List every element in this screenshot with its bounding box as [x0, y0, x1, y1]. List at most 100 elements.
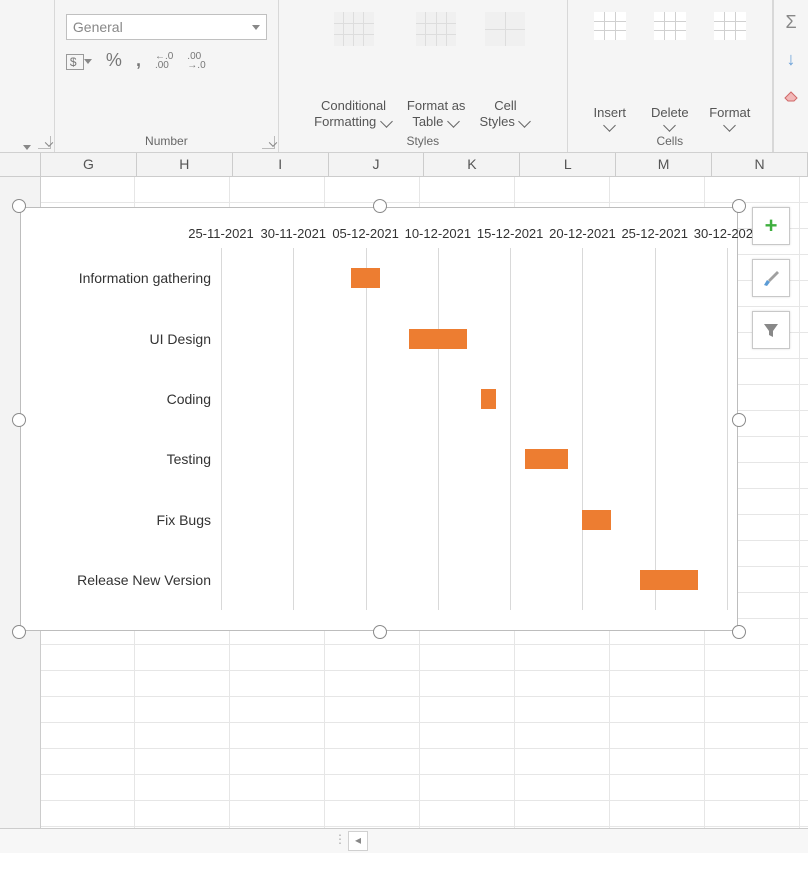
chart-gridline — [366, 248, 367, 610]
chart-x-tick-label: 10-12-2021 — [405, 226, 472, 241]
dialog-launcher-icon[interactable] — [38, 136, 51, 149]
column-header[interactable]: M — [616, 153, 712, 176]
chart-gridline — [582, 248, 583, 610]
resize-handle[interactable] — [732, 625, 746, 639]
number-format-value: General — [73, 19, 123, 35]
chart-gridline — [438, 248, 439, 610]
column-header[interactable]: H — [137, 153, 233, 176]
chart-x-tick-label: 15-12-2021 — [477, 226, 544, 241]
resize-handle[interactable] — [12, 199, 26, 213]
embedded-chart[interactable]: 25-11-2021 30-11-2021 05-12-2021 10-12-2021… — [12, 199, 746, 639]
format-cells-icon — [714, 12, 746, 40]
chart-styles-button[interactable] — [752, 259, 790, 297]
chart-bar[interactable] — [582, 510, 611, 530]
number-dialog-launcher[interactable] — [262, 136, 275, 149]
cells-group-label: Cells — [656, 134, 683, 148]
chevron-down-icon — [723, 119, 736, 132]
ribbon-overflow-group — [0, 0, 55, 152]
chart-bar[interactable] — [525, 449, 568, 469]
insert-cells-icon — [594, 12, 626, 40]
chart-x-tick-label: 05-12-2021 — [332, 226, 399, 241]
resize-handle[interactable] — [732, 413, 746, 427]
comma-style-button[interactable]: , — [136, 50, 141, 71]
delete-cells-button[interactable]: Delete — [643, 4, 697, 130]
cell-styles-button[interactable]: Cell Styles — [475, 4, 535, 130]
increase-decimal-button[interactable]: ←.0 .00 — [155, 52, 173, 70]
sheet-tab-bar[interactable]: ⋮ ◂ — [0, 828, 808, 853]
column-header[interactable]: K — [424, 153, 520, 176]
caret-down-icon — [252, 25, 260, 30]
chart-filter-button[interactable] — [752, 311, 790, 349]
chart-category-label: UI Design — [150, 331, 211, 347]
delete-cells-icon — [654, 12, 686, 40]
chart-bar[interactable] — [409, 329, 467, 349]
cell-styles-icon — [485, 12, 525, 46]
fill-icon[interactable]: ↓ — [787, 49, 796, 70]
chevron-down-icon — [663, 119, 676, 132]
chart-x-tick-label: 20-12-2021 — [549, 226, 616, 241]
column-header[interactable]: I — [233, 153, 329, 176]
resize-handle[interactable] — [373, 199, 387, 213]
editing-group-partial: Σ ↓ — [773, 0, 808, 152]
decrease-decimal-button[interactable]: .00 →.0 — [187, 52, 205, 70]
column-headers: G H I J K L M N — [0, 153, 808, 177]
chart-side-buttons: + — [752, 207, 790, 349]
percent-format-button[interactable]: % — [106, 50, 122, 71]
format-cells-button[interactable]: Format — [703, 4, 757, 130]
ribbon: General $ % , ←.0 .00 .00 →.0 — [0, 0, 808, 153]
chart-gridline — [221, 248, 222, 610]
conditional-formatting-icon — [334, 12, 374, 46]
worksheet[interactable]: G H I J K L M N 25-11-2021 30-11-2021 05-1… — [0, 153, 808, 853]
chart-bar[interactable] — [351, 268, 380, 288]
tab-scroll-left-button[interactable]: ◂ — [348, 831, 368, 851]
chart-gridline — [655, 248, 656, 610]
chart-x-tick-label: 30-11-2021 — [261, 226, 327, 241]
currency-format-button[interactable]: $ — [66, 50, 92, 71]
cell-grid[interactable]: 25-11-2021 30-11-2021 05-12-2021 10-12-2021… — [0, 177, 808, 837]
brush-icon — [761, 268, 781, 288]
format-as-table-button[interactable]: Format as Table — [403, 4, 470, 130]
number-format-dropdown[interactable]: General — [66, 14, 267, 40]
resize-handle[interactable] — [732, 199, 746, 213]
format-as-table-icon — [416, 12, 456, 46]
resize-handle[interactable] — [12, 625, 26, 639]
plus-icon: + — [765, 213, 778, 239]
chart-category-label: Release New Version — [77, 572, 211, 588]
conditional-formatting-button[interactable]: Conditional Formatting — [310, 4, 397, 130]
chart-category-label: Fix Bugs — [157, 512, 211, 528]
number-group-label: Number — [145, 134, 188, 148]
funnel-icon — [761, 320, 781, 340]
chart-category-label: Coding — [167, 391, 211, 407]
resize-handle[interactable] — [373, 625, 387, 639]
chevron-down-icon — [380, 115, 393, 128]
chart-plot-area[interactable]: 25-11-2021 30-11-2021 05-12-2021 10-12-2021… — [20, 207, 738, 631]
chart-x-tick-label: 30-12-2021 — [694, 226, 761, 241]
select-all-corner[interactable] — [0, 153, 41, 176]
chart-gridline — [293, 248, 294, 610]
column-header[interactable]: J — [329, 153, 425, 176]
insert-cells-button[interactable]: Insert — [583, 4, 637, 130]
ribbon-overflow-caret[interactable] — [23, 145, 31, 150]
chart-bar[interactable] — [481, 389, 495, 409]
chart-x-tick-label: 25-11-2021 — [188, 226, 254, 241]
autosum-icon[interactable]: Σ — [785, 12, 796, 33]
column-header[interactable]: G — [41, 153, 137, 176]
resize-handle[interactable] — [12, 413, 26, 427]
cells-group: Insert Delete Format Cells — [568, 0, 774, 152]
chevron-down-icon — [447, 115, 460, 128]
chevron-down-icon — [519, 115, 532, 128]
chevron-down-icon — [603, 119, 616, 132]
chart-bar[interactable] — [640, 570, 698, 590]
column-header[interactable]: N — [712, 153, 808, 176]
chart-gridline — [510, 248, 511, 610]
chart-gridline — [727, 248, 728, 610]
chart-category-label: Testing — [167, 451, 211, 467]
chart-elements-button[interactable]: + — [752, 207, 790, 245]
styles-group: Conditional Formatting Format as Table C… — [279, 0, 567, 152]
tab-splitter-icon[interactable]: ⋮ — [334, 832, 347, 846]
clear-icon[interactable] — [782, 86, 800, 109]
chart-x-tick-label: 25-12-2021 — [621, 226, 688, 241]
chart-category-label: Information gathering — [79, 270, 211, 286]
column-header[interactable]: L — [520, 153, 616, 176]
styles-group-label: Styles — [406, 134, 439, 148]
